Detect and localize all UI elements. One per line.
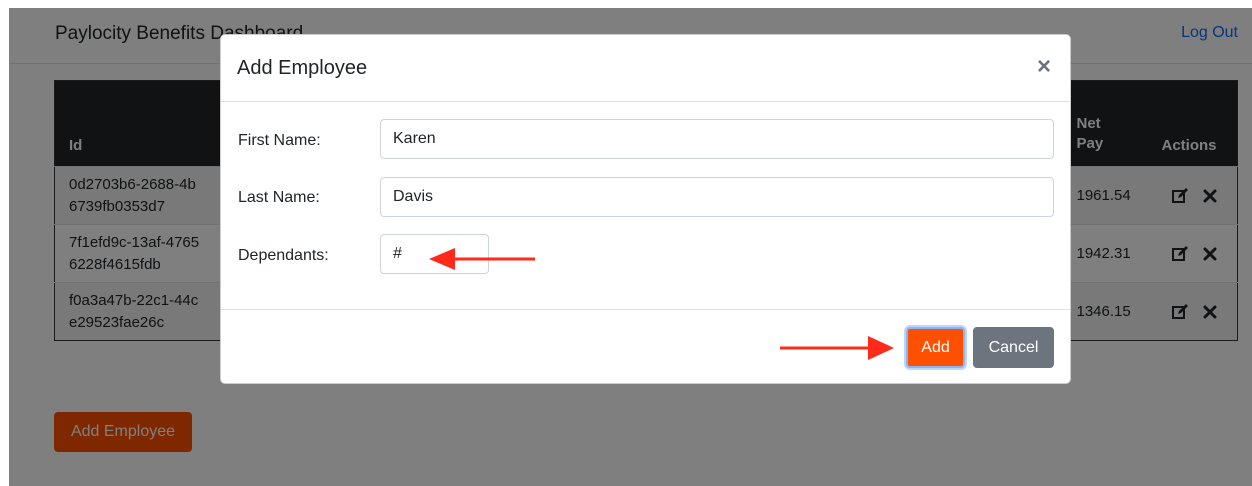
cancel-button[interactable]: Cancel [973, 327, 1054, 368]
modal-header: Add Employee × [221, 35, 1070, 102]
add-button[interactable]: Add [906, 327, 965, 368]
annotation-arrow-left-icon [429, 248, 535, 270]
last-name-label: Last Name: [238, 189, 320, 206]
first-name-label: First Name: [238, 132, 321, 149]
add-employee-modal: Add Employee × First Name: Last Name: De… [220, 34, 1071, 384]
frame-edge-top [0, 0, 1252, 8]
close-icon[interactable]: × [1034, 55, 1054, 79]
frame-edge-left [0, 0, 9, 486]
dependants-label: Dependants: [238, 247, 329, 264]
modal-title: Add Employee [237, 57, 368, 79]
last-name-field[interactable] [380, 177, 1054, 217]
annotation-arrow-right-icon [780, 336, 894, 360]
first-name-field[interactable] [380, 119, 1054, 159]
